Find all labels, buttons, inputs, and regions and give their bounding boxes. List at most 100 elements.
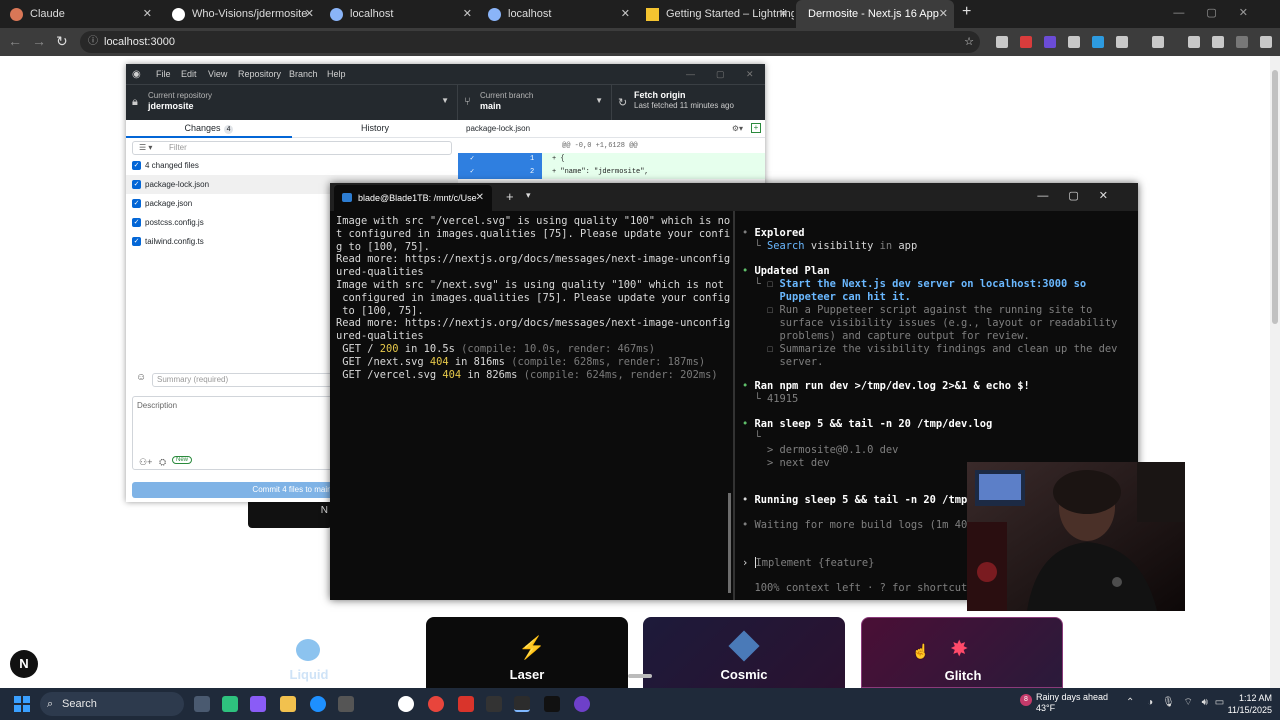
tab-changes[interactable]: Changes 4 <box>126 120 292 138</box>
prompt-input[interactable]: › Implement {feature} <box>742 557 874 570</box>
browser-tab-lightningcss[interactable]: Getting Started – Lightning CSS ✕ <box>636 0 794 28</box>
forward-icon[interactable]: → <box>32 33 46 49</box>
browser-tab-localhost-1[interactable]: localhost ✕ <box>320 0 478 28</box>
sidebar-icon[interactable] <box>1152 36 1164 48</box>
task-view-icon[interactable] <box>194 696 210 712</box>
close-icon[interactable]: ✕ <box>621 0 630 28</box>
filter-icon[interactable]: ☰ ▾ <box>139 142 152 154</box>
back-icon[interactable]: ← <box>8 33 22 49</box>
site-info-icon[interactable]: ⓘ <box>88 31 98 53</box>
close-icon[interactable]: ✕ <box>779 0 788 28</box>
page-button[interactable]: N <box>248 502 332 528</box>
windows-start-icon[interactable] <box>14 696 30 712</box>
diff-gutter[interactable]: ✓ 2 <box>458 166 542 179</box>
effect-card-laser[interactable]: ⚡ Laser <box>426 617 628 688</box>
system-tray[interactable]: ⌃ ◑ 🎙︎ ⌔ 🔊︎ ▭ <box>1126 696 1224 709</box>
effect-card-glitch[interactable]: ✸ Glitch <box>861 617 1063 688</box>
browser-tab-localhost-2[interactable]: localhost ✕ <box>478 0 636 28</box>
taskbar-clock[interactable]: 1:12 AM 11/15/2025 <box>1216 692 1272 716</box>
summary-input[interactable]: Summary (required) <box>152 373 352 387</box>
select-all-row[interactable]: ✓ 4 changed files <box>126 156 458 175</box>
current-repository-selector[interactable]: 🔒︎ Current repository jdermosite ▼ <box>126 85 458 121</box>
carousel-indicator[interactable] <box>628 674 652 678</box>
mic-icon[interactable]: 🎙︎ <box>1162 697 1175 708</box>
bookmark-star-icon[interactable]: ☆ <box>964 31 974 53</box>
file-explorer-icon[interactable] <box>280 696 296 712</box>
extension-icon[interactable] <box>1020 36 1032 48</box>
close-icon[interactable]: ✕ <box>143 0 152 28</box>
terminal-scrollbar[interactable] <box>728 493 731 593</box>
checkbox[interactable]: ✓ <box>132 218 141 227</box>
download-icon[interactable] <box>1188 36 1200 48</box>
puzzle-icon[interactable] <box>1116 36 1128 48</box>
fetch-origin-button[interactable]: ↻ Fetch origin Last fetched 11 minutes a… <box>612 85 765 121</box>
copilot-icon[interactable] <box>250 696 266 712</box>
app-icon[interactable] <box>544 696 560 712</box>
close-icon[interactable]: ✕ <box>476 185 484 211</box>
app-icon[interactable] <box>222 696 238 712</box>
browser-tab-github[interactable]: Who-Visions/jdermosite ✕ <box>162 0 320 28</box>
volume-icon[interactable]: 🔊︎ <box>1202 697 1208 708</box>
checkbox[interactable]: ✓ <box>132 199 141 208</box>
extension-icon[interactable] <box>1068 36 1080 48</box>
effect-card-cosmic[interactable]: Cosmic <box>643 617 845 688</box>
checkbox[interactable]: ✓ <box>132 237 141 246</box>
app-tray-icon[interactable]: ◑ <box>1147 697 1153 708</box>
address-bar[interactable]: ⓘ localhost:3000 ☆ <box>80 31 980 53</box>
menu-repository[interactable]: Repository <box>238 69 281 79</box>
checkbox[interactable]: ✓ <box>132 180 141 189</box>
app-icon[interactable] <box>458 696 474 712</box>
github-desktop-icon[interactable] <box>574 696 590 712</box>
window-controls[interactable]: —▢✕ <box>1173 6 1270 19</box>
new-tab-button[interactable]: + <box>962 3 971 21</box>
tab-history[interactable]: History <box>292 120 458 138</box>
more-icon[interactable] <box>1260 36 1272 48</box>
copilot-icon[interactable]: ⛭ <box>159 457 166 468</box>
wifi-icon[interactable]: ⌔ <box>1183 697 1192 708</box>
filter-input[interactable]: ☰ ▾ Filter <box>132 141 452 155</box>
menu-file[interactable]: File <box>156 69 171 79</box>
maximize-icon[interactable]: ▢ <box>716 69 725 80</box>
minimize-icon[interactable]: — <box>686 69 695 79</box>
expand-icon[interactable]: + <box>751 123 761 133</box>
close-icon[interactable]: ✕ <box>746 69 754 80</box>
chrome-icon[interactable] <box>428 696 444 712</box>
menu-help[interactable]: Help <box>327 69 346 79</box>
reload-icon[interactable]: ↻ <box>56 33 68 50</box>
nextjs-dev-badge[interactable]: N <box>10 650 38 678</box>
extension-icon[interactable] <box>996 36 1008 48</box>
close-icon[interactable]: ✕ <box>305 0 314 28</box>
diff-gutter[interactable]: ✓ 1 <box>458 153 542 166</box>
close-icon[interactable]: ✕ <box>939 0 948 28</box>
menu-edit[interactable]: Edit <box>181 69 197 79</box>
app-icon[interactable] <box>338 696 354 712</box>
profile-icon[interactable] <box>1236 36 1248 48</box>
extension-icon[interactable] <box>1044 36 1056 48</box>
pane-divider[interactable] <box>733 211 735 600</box>
checkbox[interactable]: ✓ <box>132 161 141 170</box>
menu-icon[interactable] <box>1212 36 1224 48</box>
menu-view[interactable]: View <box>208 69 227 79</box>
terminal-tab[interactable]: blade@Blade1TB: /mnt/c/Use ✕ <box>334 185 492 211</box>
terminal-icon[interactable] <box>514 696 530 712</box>
close-icon[interactable]: ✕ <box>463 0 472 28</box>
add-coauthor-icon[interactable]: ⚇+ <box>139 457 152 468</box>
taskbar-search[interactable]: ⌕ Search <box>40 692 184 716</box>
gear-icon[interactable]: ⚙▾ <box>732 120 743 137</box>
app-icon[interactable] <box>486 696 502 712</box>
weather-widget[interactable]: 8 Rainy days ahead 43°F <box>1020 692 1108 714</box>
menu-branch[interactable]: Branch <box>289 69 318 79</box>
extension-icon[interactable] <box>1092 36 1104 48</box>
window-controls[interactable]: —▢✕ <box>1037 189 1128 202</box>
edge-icon[interactable] <box>310 696 326 712</box>
browser-tab-dermosite[interactable]: Dermosite - Next.js 16 App ✕ <box>796 0 954 28</box>
new-tab-icon[interactable]: + <box>506 189 514 204</box>
effect-card-liquid[interactable]: Liquid <box>208 617 410 688</box>
page-scrollbar-thumb[interactable] <box>1272 70 1278 324</box>
current-branch-selector[interactable]: ⑂ Current branch main ▼ <box>458 85 612 121</box>
chatgpt-icon[interactable] <box>398 696 414 712</box>
browser-tab-claude[interactable]: Claude ✕ <box>0 0 158 28</box>
chevron-up-icon[interactable]: ⌃ <box>1126 697 1134 708</box>
terminal-pane-left[interactable]: Image with src "/vercel.svg" is using qu… <box>330 211 732 600</box>
chevron-down-icon[interactable]: ▾ <box>526 190 531 201</box>
